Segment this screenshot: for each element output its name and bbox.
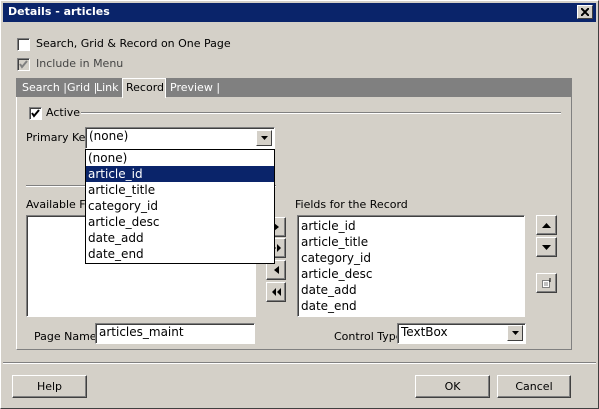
- dropdown-option-selected[interactable]: article_id: [86, 166, 274, 182]
- close-button[interactable]: [577, 5, 593, 19]
- control-type-label: Control Type: [334, 330, 403, 343]
- cancel-button[interactable]: Cancel: [497, 375, 571, 398]
- include-menu-checkbox[interactable]: [17, 58, 30, 71]
- primary-key-dropdown-list[interactable]: (none) article_id article_title category…: [85, 149, 275, 264]
- list-item[interactable]: date_add: [298, 282, 524, 298]
- double-arrow-left-icon: [271, 288, 281, 296]
- active-checkbox[interactable]: [29, 107, 42, 120]
- dropdown-option[interactable]: article_desc: [86, 214, 274, 230]
- remove-all-fields-button[interactable]: [266, 282, 286, 302]
- help-button[interactable]: Help: [12, 375, 87, 398]
- title-bar: Details - articles: [3, 3, 596, 22]
- primary-key-label: Primary Key: [26, 131, 92, 144]
- arrow-down-icon: [542, 244, 551, 250]
- record-fields-label: Fields for the Record: [295, 198, 408, 211]
- dropdown-option[interactable]: date_add: [86, 230, 274, 246]
- list-item[interactable]: article_title: [298, 234, 524, 250]
- details-dialog: Details - articles Search, Grid & Record…: [0, 0, 599, 409]
- primary-key-dropdown-button[interactable]: [256, 130, 272, 146]
- tab-preview[interactable]: Preview |: [170, 79, 220, 97]
- primary-key-value: (none): [89, 129, 129, 143]
- footer-separator: [3, 362, 596, 364]
- page-name-label: Page Name: [34, 330, 97, 343]
- dropdown-option[interactable]: (none): [86, 150, 274, 166]
- list-item[interactable]: date_end: [298, 298, 524, 314]
- list-item[interactable]: article_id: [298, 218, 524, 234]
- include-menu-label: Include in Menu: [36, 57, 124, 70]
- window-title: Details - articles: [8, 5, 110, 18]
- dropdown-option[interactable]: category_id: [86, 198, 274, 214]
- arrow-left-icon: [273, 266, 279, 274]
- tab-link[interactable]: Link: [96, 79, 119, 97]
- list-item[interactable]: category_id: [298, 250, 524, 266]
- chevron-down-icon: [260, 136, 268, 140]
- tab-record[interactable]: Record: [122, 78, 166, 98]
- tab-search[interactable]: Search |: [22, 79, 67, 97]
- check-icon: [19, 60, 28, 69]
- one-page-label: Search, Grid & Record on One Page: [36, 37, 231, 50]
- field-properties-button[interactable]: [536, 273, 557, 293]
- control-type-select[interactable]: TextBox: [397, 323, 526, 344]
- page-name-input[interactable]: articles_maint: [95, 323, 255, 344]
- one-page-checkbox[interactable]: [17, 38, 30, 51]
- properties-icon: [541, 278, 550, 288]
- chevron-down-icon: [511, 331, 519, 335]
- dropdown-option[interactable]: article_title: [86, 182, 274, 198]
- record-fields-list[interactable]: article_id article_title category_id art…: [297, 215, 525, 317]
- control-type-value: TextBox: [401, 325, 448, 339]
- ok-button[interactable]: OK: [415, 375, 490, 398]
- move-down-button[interactable]: [536, 237, 557, 257]
- dropdown-option[interactable]: date_end: [86, 246, 274, 262]
- arrow-up-icon: [542, 222, 551, 228]
- move-up-button[interactable]: [536, 215, 557, 235]
- close-icon: [581, 8, 589, 16]
- primary-key-combo[interactable]: (none): [85, 127, 275, 149]
- tab-strip: Search | Grid | Link Record Preview |: [16, 78, 572, 98]
- active-label: Active: [46, 106, 81, 119]
- control-type-dropdown-button[interactable]: [507, 325, 523, 341]
- tab-grid[interactable]: Grid |: [67, 79, 97, 97]
- list-item[interactable]: article_desc: [298, 266, 524, 282]
- check-icon: [31, 109, 40, 118]
- active-group-line: [81, 112, 561, 114]
